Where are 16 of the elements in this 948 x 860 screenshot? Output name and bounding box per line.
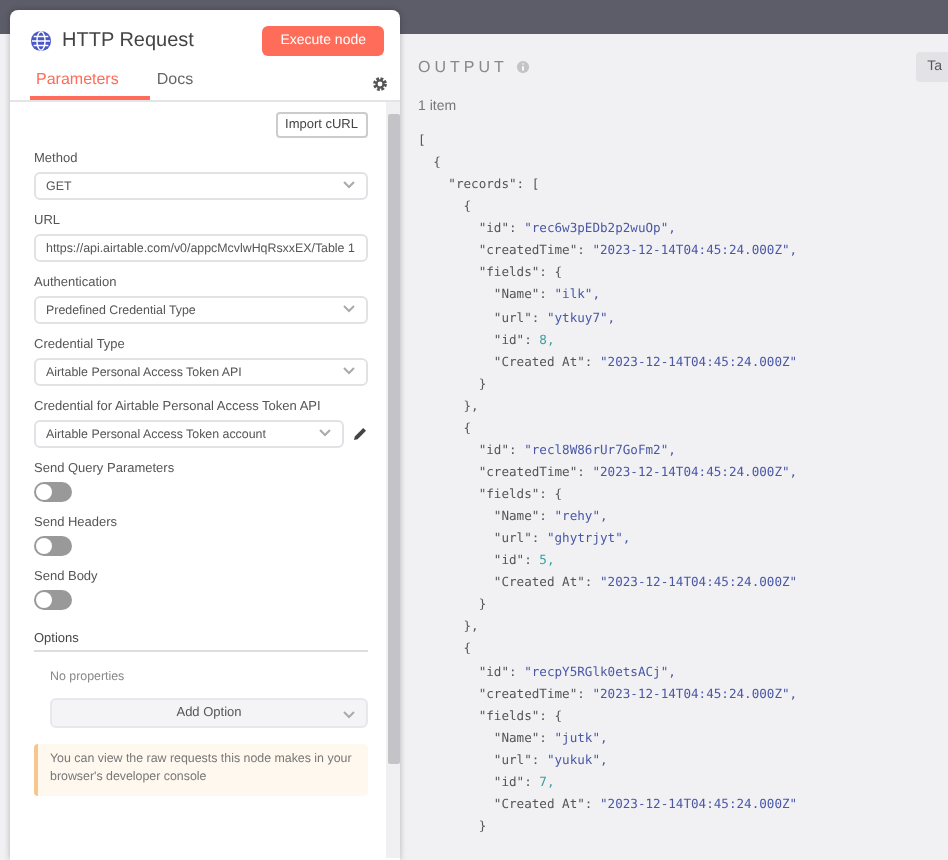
node-title: HTTP Request [62,30,196,52]
toggle-switch[interactable] [34,482,72,502]
output-title: OUTPUT [418,58,508,76]
chevron-icon [318,427,332,441]
chevron-icon [342,365,356,379]
chevron-icon [342,303,356,317]
chevron-icon [342,710,356,720]
chevron-icon [342,179,356,193]
info-icon [515,60,530,74]
settings-icon[interactable] [372,76,388,92]
toggle-switch[interactable] [34,590,72,610]
pencil-icon[interactable] [352,426,368,442]
toggle-switch[interactable] [34,536,72,556]
globe-icon [30,30,52,52]
tab[interactable]: Docs [150,64,214,100]
scrollbar-thumb[interactable] [387,114,399,764]
